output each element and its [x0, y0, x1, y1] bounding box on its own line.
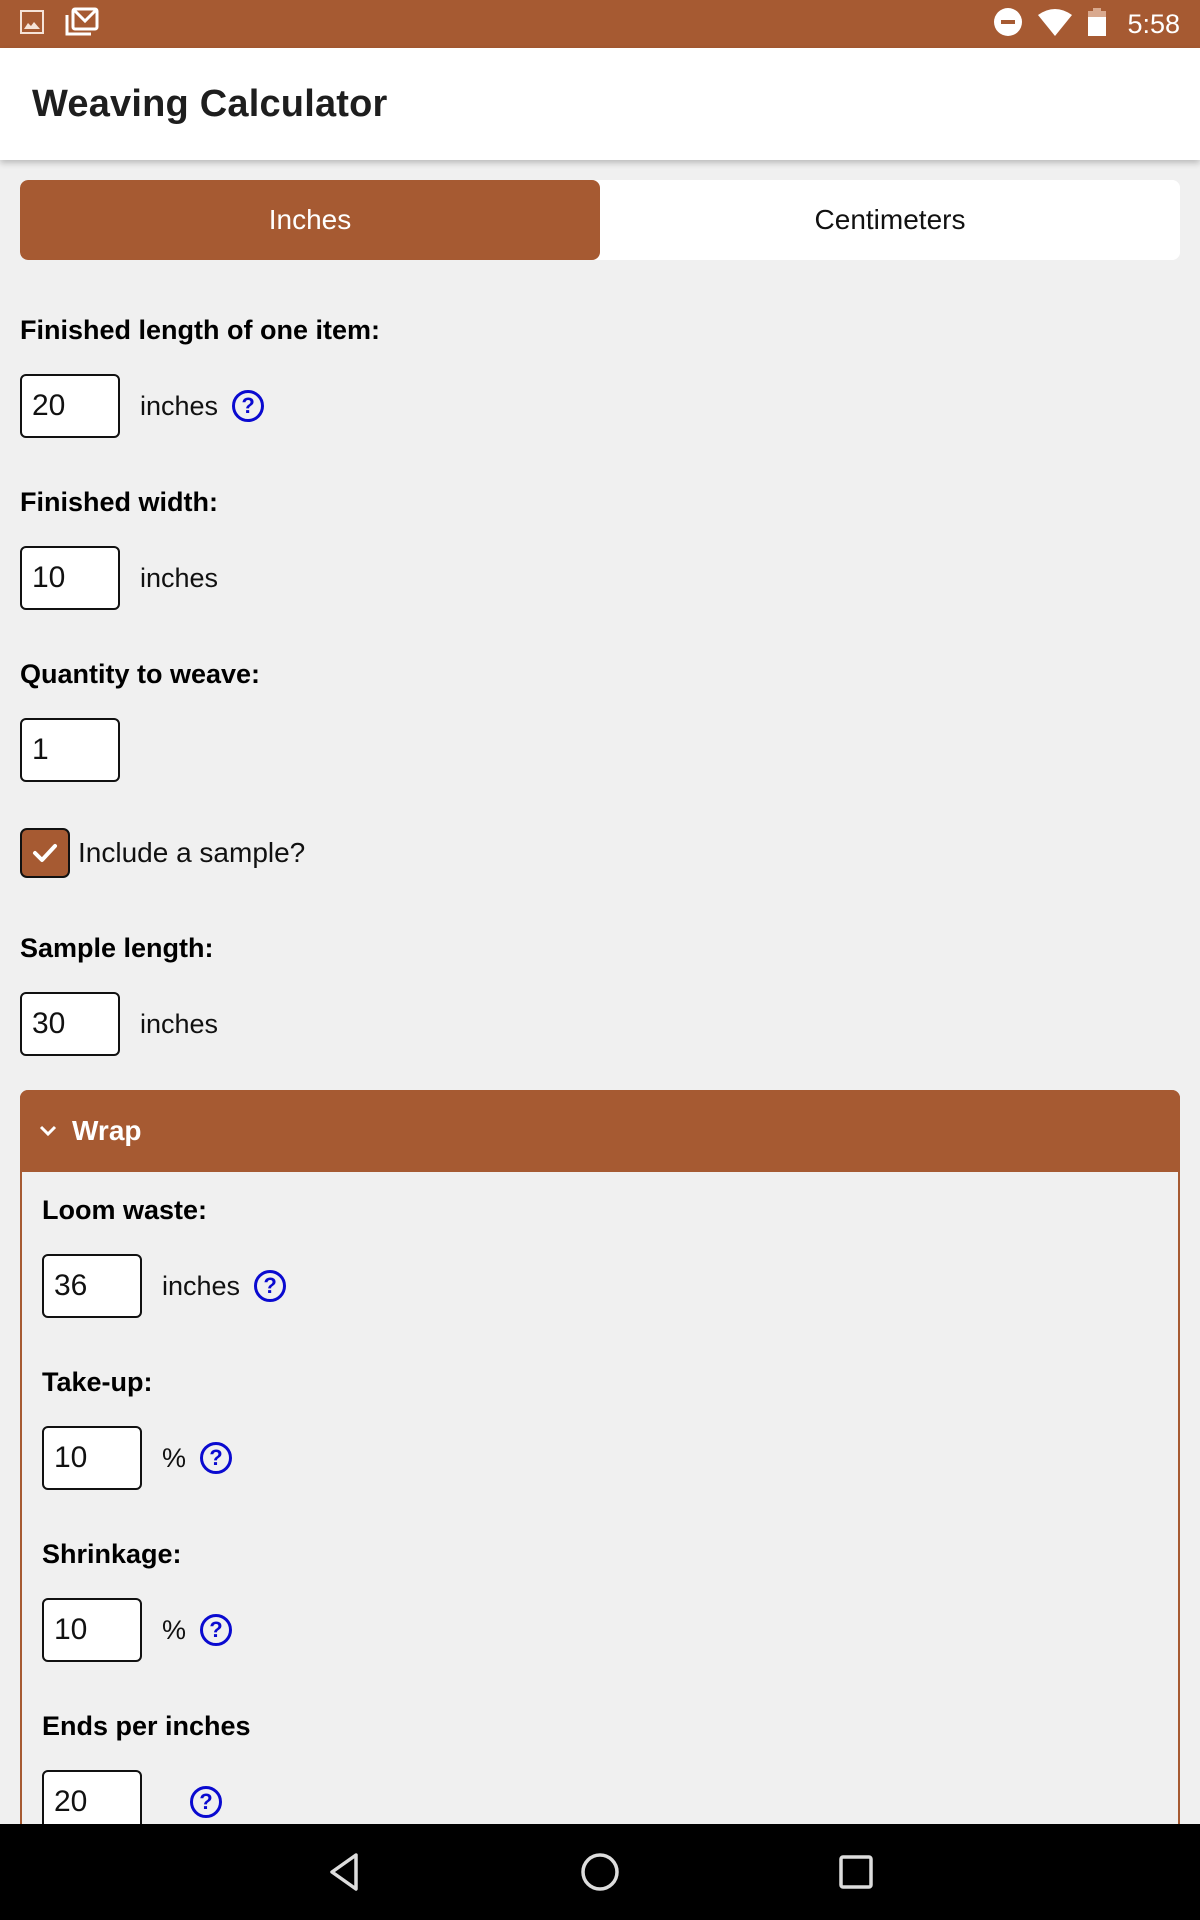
quantity-field: Quantity to weave: [20, 656, 260, 782]
app-bar: Weaving Calculator [0, 48, 1200, 160]
shrinkage-unit: % [162, 1614, 187, 1645]
loom-waste-unit: inches [162, 1270, 241, 1301]
tab-inches[interactable]: Inches [20, 180, 600, 260]
take-up-unit: % [162, 1442, 187, 1473]
navigation-bar [0, 1824, 1200, 1920]
wifi-icon [1037, 7, 1073, 42]
back-icon [330, 1853, 358, 1891]
gmail-icon [64, 7, 100, 42]
help-icon[interactable]: ? [200, 1442, 233, 1474]
quantity-input[interactable] [20, 718, 120, 782]
help-icon[interactable]: ? [190, 1786, 222, 1818]
loom-waste-label: Loom waste: [42, 1195, 208, 1225]
include-sample-row: Include a sample? [20, 828, 305, 878]
clock: 5:58 [1127, 8, 1180, 39]
finished-width-unit: inches [140, 562, 219, 593]
do-not-disturb-icon [993, 7, 1023, 42]
home-icon [581, 1853, 619, 1891]
ends-per-inch-input[interactable] [42, 1770, 142, 1824]
include-sample-label[interactable]: Include a sample? [78, 837, 305, 869]
status-bar: 5:58 [0, 0, 1200, 48]
shrinkage-label: Shrinkage: [42, 1539, 182, 1569]
finished-width-field: Finished width: inches [20, 484, 218, 610]
image-icon [20, 9, 44, 39]
quantity-label: Quantity to weave: [20, 659, 261, 689]
loom-waste-input[interactable] [42, 1254, 142, 1318]
sample-length-input[interactable] [20, 992, 120, 1056]
wrap-panel-title: Wrap [72, 1115, 142, 1146]
recents-icon [839, 1855, 873, 1889]
finished-width-label: Finished width: [20, 487, 218, 517]
checkmark-icon [33, 844, 57, 862]
finished-length-label: Finished length of one item: [20, 315, 380, 345]
shrinkage-field: Shrinkage: % ? [42, 1536, 233, 1662]
back-button[interactable] [320, 1848, 368, 1896]
help-icon[interactable]: ? [200, 1614, 233, 1646]
wrap-panel-header[interactable]: Wrap [20, 1090, 1180, 1172]
main-content: Inches Centimeters Finished length of on… [0, 160, 1200, 1824]
sample-length-label: Sample length: [20, 933, 214, 963]
take-up-field: Take-up: % ? [42, 1364, 233, 1490]
sample-length-unit: inches [140, 1008, 219, 1039]
tab-centimeters[interactable]: Centimeters [600, 180, 1180, 260]
page-title: Weaving Calculator [32, 82, 388, 125]
take-up-input[interactable] [42, 1426, 142, 1490]
finished-length-input[interactable] [20, 374, 120, 438]
help-icon[interactable]: ? [254, 1270, 287, 1302]
sample-length-field: Sample length: inches [20, 930, 218, 1056]
help-icon[interactable]: ? [232, 390, 265, 422]
finished-length-unit: inches [140, 390, 219, 421]
take-up-label: Take-up: [42, 1367, 153, 1397]
loom-waste-field: Loom waste: inches ? [42, 1192, 287, 1318]
finished-width-input[interactable] [20, 546, 120, 610]
shrinkage-input[interactable] [42, 1598, 142, 1662]
chevron-down-icon [39, 1125, 57, 1137]
finished-length-field: Finished length of one item: inches ? [20, 312, 380, 438]
home-button[interactable] [576, 1848, 624, 1896]
ends-per-inch-field: Ends per inches ? [42, 1708, 251, 1824]
battery-icon [1087, 7, 1107, 42]
recents-button[interactable] [832, 1848, 880, 1896]
wrap-panel: Wrap Loom waste: inches ? Take-up: % ? S… [20, 1090, 1180, 1824]
unit-toggle: Inches Centimeters [20, 180, 1180, 260]
ends-per-inch-label: Ends per inches [42, 1711, 251, 1741]
include-sample-checkbox[interactable] [20, 828, 70, 878]
